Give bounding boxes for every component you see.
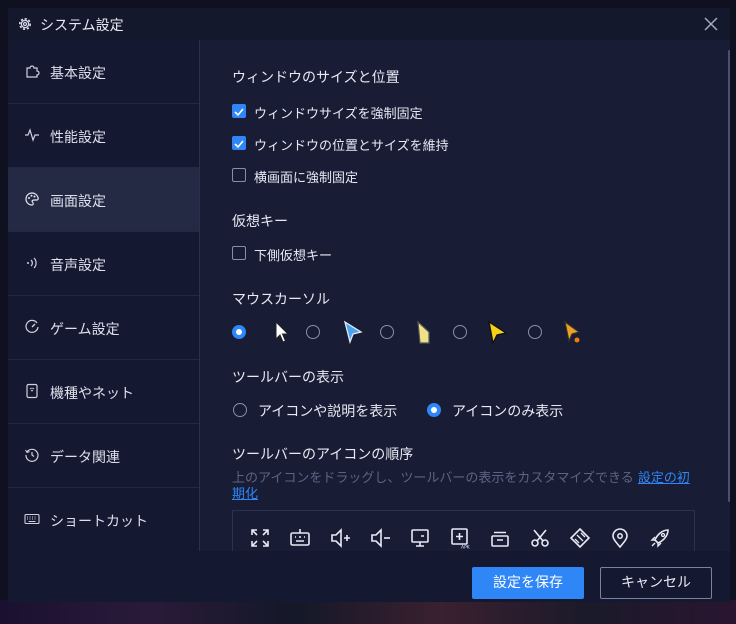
- background-app-strip: [0, 600, 736, 624]
- section-heading-mouse-cursor: マウスカーソル: [232, 292, 330, 308]
- rotate-icon[interactable]: [569, 527, 591, 549]
- checkbox-label: ウィンドウの位置とサイズを維持: [254, 139, 449, 154]
- close-icon[interactable]: [702, 15, 720, 33]
- cursor-yellow-icon: [488, 320, 508, 345]
- volume-up-icon[interactable]: [329, 527, 351, 549]
- gauge-icon: [25, 319, 39, 333]
- sidebar-item-performance[interactable]: 性能設定: [8, 104, 199, 168]
- section-heading-window: ウィンドウのサイズと位置: [232, 70, 400, 86]
- screen-icon[interactable]: [409, 527, 431, 549]
- fullscreen-icon[interactable]: [249, 527, 271, 549]
- volume-down-icon[interactable]: [369, 527, 391, 549]
- rocket-icon[interactable]: [649, 527, 671, 549]
- scissors-icon[interactable]: [529, 527, 551, 549]
- sidebar-item-shortcut[interactable]: ショートカット: [8, 488, 199, 552]
- sidebar-item-display[interactable]: 画面設定: [8, 168, 199, 232]
- gear-icon: [19, 18, 31, 30]
- sidebar-item-game[interactable]: ゲーム設定: [8, 296, 199, 360]
- device-icon: [26, 383, 38, 399]
- window-title: システム設定: [40, 18, 124, 34]
- sidebar-item-label: 性能設定: [50, 130, 106, 146]
- radio-show-icons-and-labels[interactable]: [233, 403, 247, 417]
- radio-label: アイコンのみ表示: [452, 404, 564, 420]
- checkbox-label: 横画面に強制固定: [254, 171, 359, 186]
- apk-install-icon[interactable]: APK: [449, 527, 471, 549]
- title-bar: システム設定: [8, 8, 730, 40]
- sidebar-item-label: 画面設定: [50, 194, 106, 210]
- radio-cursor-yellow[interactable]: [453, 325, 467, 339]
- sidebar-item-device[interactable]: 機種やネット: [8, 360, 199, 424]
- radio-cursor-yellow-pencil[interactable]: [380, 325, 394, 339]
- toolbar-order-hint: 上のアイコンをドラッグし、ツールバーの表示をカスタマイズできる 設定の初期化: [232, 471, 702, 503]
- save-settings-button[interactable]: 設定を保存: [472, 567, 584, 599]
- radio-cursor-default[interactable]: [232, 325, 246, 339]
- check-icon: [234, 140, 244, 149]
- sidebar-item-audio[interactable]: 音声設定: [8, 232, 199, 296]
- checkbox-bottom-virtual-keys[interactable]: [232, 246, 246, 260]
- cancel-button[interactable]: キャンセル: [600, 567, 712, 599]
- checkbox-label: ウィンドウサイズを強制固定: [254, 107, 423, 122]
- sidebar-item-label: 音声設定: [50, 258, 106, 274]
- sidebar-item-label: データ関連: [50, 450, 120, 466]
- radio-icons-only[interactable]: [427, 403, 441, 417]
- section-heading-toolbar-order: ツールバーのアイコンの順序: [232, 447, 414, 463]
- cursor-blue-icon: [343, 320, 363, 345]
- radio-label: アイコンや説明を表示: [258, 404, 398, 420]
- pulse-icon: [25, 128, 39, 142]
- section-heading-virtual-keys: 仮想キー: [232, 214, 288, 230]
- cursor-orange-icon: [564, 320, 581, 343]
- hint-text: 上のアイコンをドラッグし、ツールバーの表示をカスタマイズできる: [232, 471, 634, 486]
- palette-icon: [25, 192, 39, 206]
- keyboard-mapping-icon[interactable]: [289, 527, 311, 549]
- sidebar-item-data[interactable]: データ関連: [8, 424, 199, 488]
- sidebar-item-basic[interactable]: 基本設定: [8, 40, 199, 104]
- multi-instance-icon[interactable]: [489, 527, 511, 549]
- sidebar-item-label: ショートカット: [50, 514, 148, 530]
- settings-dialog: システム設定 基本設定 性能設定 画面設定 音声設定 ゲーム設定 機種やネット …: [8, 8, 730, 602]
- sidebar-item-label: ゲーム設定: [50, 322, 120, 338]
- keyboard-icon: [24, 513, 40, 525]
- cursor-default-icon: [275, 320, 290, 343]
- sidebar-item-label: 機種やネット: [50, 386, 134, 402]
- cursor-yellow-pencil-icon: [417, 320, 430, 344]
- location-pin-icon[interactable]: [609, 527, 631, 549]
- checkbox-force-landscape[interactable]: [232, 168, 246, 182]
- radio-cursor-orange[interactable]: [528, 325, 542, 339]
- settings-sidebar: 基本設定 性能設定 画面設定 音声設定 ゲーム設定 機種やネット データ関連 シ…: [8, 40, 199, 552]
- svg-text:APK: APK: [461, 545, 471, 550]
- radio-cursor-blue[interactable]: [306, 325, 320, 339]
- checkbox-label: 下側仮想キー: [254, 249, 333, 264]
- sound-wave-icon: [27, 257, 37, 269]
- check-icon: [234, 108, 244, 117]
- dialog-footer: 設定を保存 キャンセル: [8, 551, 730, 602]
- history-icon: [25, 448, 39, 462]
- puzzle-icon: [26, 65, 40, 78]
- checkbox-force-window-size[interactable]: [232, 104, 246, 118]
- sidebar-item-label: 基本設定: [50, 66, 106, 82]
- section-heading-toolbar-display: ツールバーの表示: [232, 370, 344, 386]
- settings-content: ウィンドウのサイズと位置 ウィンドウサイズを強制固定 ウィンドウの位置とサイズを…: [200, 40, 730, 551]
- checkbox-keep-window-position[interactable]: [232, 136, 246, 150]
- content-scrollbar[interactable]: [728, 50, 730, 502]
- toolbar-icon-order-box: APK: [232, 510, 695, 551]
